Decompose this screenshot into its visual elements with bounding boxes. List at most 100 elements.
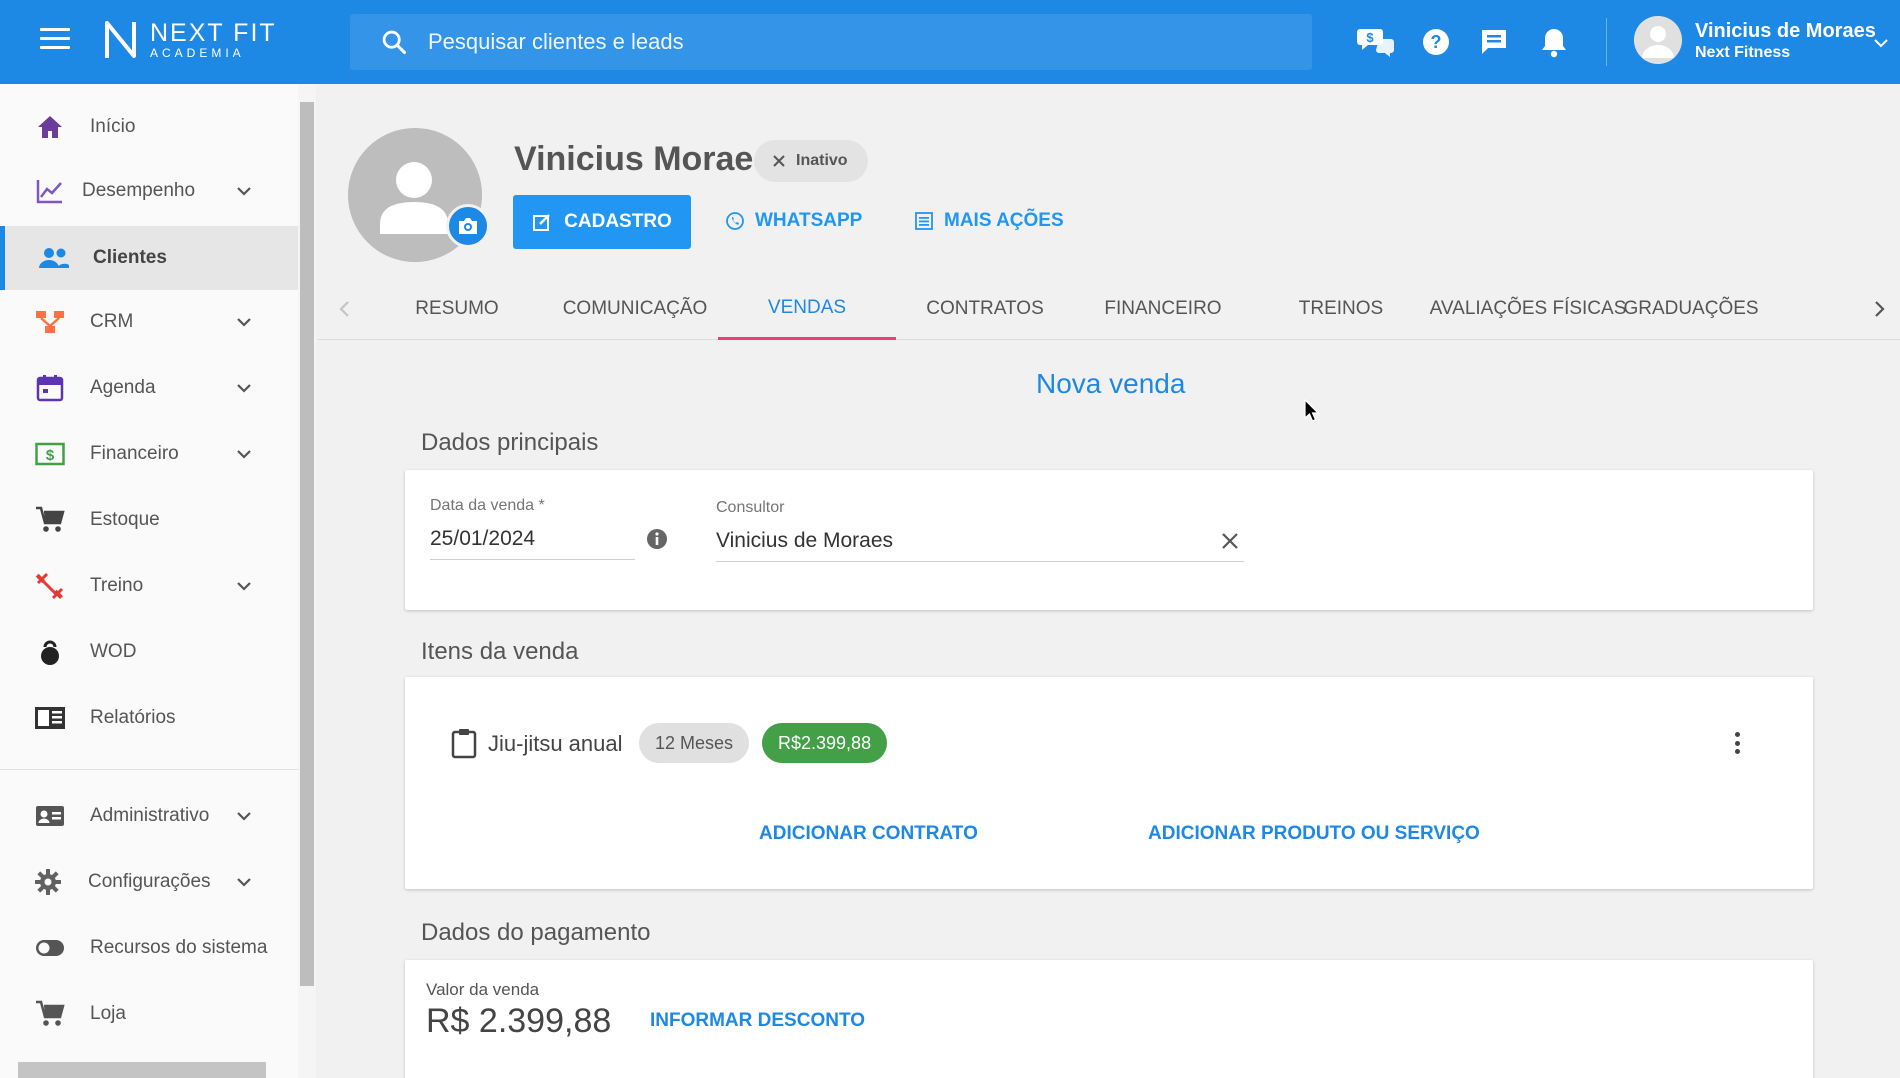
crm-icon (34, 306, 66, 338)
sidebar-item-configuracoes[interactable]: Configurações (0, 850, 298, 914)
logo-mark-icon (105, 21, 136, 58)
kettlebell-icon (34, 636, 66, 668)
top-app-bar: NEXT FIT ACADEMIA $ ? (0, 0, 1900, 84)
notifications-bell-icon[interactable] (1534, 22, 1574, 62)
chevron-down-icon (237, 187, 251, 196)
sidebar-item-label: Início (90, 116, 136, 137)
home-icon (34, 111, 66, 143)
sidebar-item-label: Relatórios (90, 707, 176, 728)
sidebar-item-desempenho[interactable]: Desempenho (0, 159, 298, 223)
toggle-icon (34, 932, 66, 964)
cart-icon (34, 998, 66, 1030)
status-label: Inativo (796, 152, 848, 169)
sidebar-item-label: Clientes (93, 247, 167, 268)
chevron-left-icon[interactable] (332, 296, 358, 322)
sidebar-item-label: Desempenho (82, 180, 196, 201)
sidebar-item-label: Treino (90, 575, 144, 596)
client-name: Vinicius Moraes (514, 140, 773, 178)
sidebar-item-label: WOD (90, 641, 137, 662)
report-icon (34, 702, 66, 734)
more-vert-icon[interactable] (1731, 729, 1743, 757)
sidebar-horizontal-scrollbar[interactable] (18, 1062, 266, 1078)
chevron-down-icon (237, 384, 251, 393)
user-name[interactable]: Vinicius de Moraes (1695, 20, 1876, 43)
sidebar-item-clientes[interactable]: Clientes (0, 226, 298, 290)
informar-desconto-button[interactable]: INFORMAR DESCONTO (650, 1010, 865, 1032)
info-icon[interactable] (646, 528, 668, 550)
money-icon: $ (34, 438, 66, 470)
search-bar (350, 14, 1312, 70)
chevron-down-icon (237, 582, 251, 591)
calendar-icon (34, 372, 66, 404)
valor-venda-value: R$ 2.399,88 (426, 1002, 612, 1040)
clear-icon[interactable] (1220, 531, 1240, 551)
sidebar-item-financeiro[interactable]: $ Financeiro (0, 422, 298, 486)
cart-icon (34, 504, 66, 536)
tab-vendas[interactable]: VENDAS (718, 278, 896, 340)
tab-avaliacoes-fisicas[interactable]: AVALIAÇÕES FÍSICAS (1430, 278, 1627, 340)
sidebar-scrollbar-thumb[interactable] (300, 102, 314, 986)
topbar-divider (1606, 18, 1607, 66)
brand-name: NEXT FIT (150, 19, 277, 47)
chevron-down-icon (237, 812, 251, 821)
sidebar-item-recursos-do-sistema[interactable]: Recursos do sistema (0, 916, 298, 980)
tab-treinos[interactable]: TREINOS (1252, 278, 1430, 340)
brand-logo[interactable]: NEXT FIT ACADEMIA (104, 20, 277, 60)
tab-financeiro[interactable]: FINANCEIRO (1074, 278, 1252, 340)
sidebar-nav: Início Desempenho Clientes CRM Agenda $ … (0, 84, 300, 1078)
data-venda-field[interactable]: 25/01/2024 (430, 527, 535, 551)
tab-comunicacao[interactable]: COMUNICAÇÃO (546, 278, 724, 340)
mais-acoes-button[interactable]: MAIS AÇÕES (914, 210, 1064, 232)
whatsapp-button[interactable]: WHATSAPP (725, 210, 862, 232)
messages-icon[interactable] (1474, 22, 1514, 62)
data-venda-label: Data da venda * (430, 497, 545, 514)
search-input[interactable] (428, 29, 1278, 55)
camera-icon[interactable] (446, 204, 490, 248)
sidebar-item-label: Recursos do sistema (90, 937, 268, 958)
sidebar-item-inicio[interactable]: Início (0, 95, 298, 159)
user-avatar[interactable] (1634, 16, 1682, 64)
consultor-field[interactable]: Vinicius de Moraes (716, 529, 893, 553)
help-icon[interactable]: ? (1416, 22, 1456, 62)
sidebar-item-label: Estoque (90, 509, 160, 530)
itens-venda-card: Jiu-jitsu anual 12 Meses R$2.399,88 ADIC… (405, 677, 1813, 889)
price-chip: R$2.399,88 (762, 723, 888, 763)
chevron-right-icon[interactable] (1866, 296, 1892, 322)
sidebar-item-label: Agenda (90, 377, 156, 398)
sidebar-item-administrativo[interactable]: Administrativo (0, 784, 298, 848)
brand-subtitle: ACADEMIA (150, 46, 245, 60)
mais-acoes-label: MAIS AÇÕES (944, 210, 1064, 231)
section-title-dados-principais: Dados principais (421, 429, 599, 456)
sidebar-item-loja[interactable]: Loja (0, 982, 298, 1046)
cadastro-button[interactable]: CADASTRO (513, 195, 691, 249)
edit-icon (533, 214, 551, 231)
consultor-underline (716, 561, 1244, 562)
client-tabs: RESUMO COMUNICAÇÃO VENDAS CONTRATOS FINA… (318, 278, 1900, 340)
clipboard-icon (451, 729, 477, 759)
sidebar-item-relatorios[interactable]: Relatórios (0, 686, 298, 750)
id-card-icon (34, 800, 66, 832)
cadastro-label: CADASTRO (564, 211, 672, 232)
tab-graduacoes[interactable]: GRADUAÇÕES (1623, 278, 1758, 340)
search-icon[interactable] (380, 28, 408, 56)
chevron-down-icon[interactable] (1872, 34, 1890, 52)
sidebar-item-wod[interactable]: WOD (0, 620, 298, 684)
sidebar-item-treino[interactable]: Treino (0, 554, 298, 618)
section-title-pagamento: Dados do pagamento (421, 919, 651, 946)
item-name: Jiu-jitsu anual (488, 731, 623, 756)
tab-contratos[interactable]: CONTRATOS (896, 278, 1074, 340)
tab-resumo[interactable]: RESUMO (368, 278, 546, 340)
svg-text:?: ? (1431, 32, 1442, 52)
mouse-cursor-icon (1304, 399, 1320, 422)
adicionar-contrato-button[interactable]: ADICIONAR CONTRATO (759, 823, 978, 845)
adicionar-produto-button[interactable]: ADICIONAR PRODUTO OU SERVIÇO (1148, 823, 1480, 845)
menu-icon[interactable] (40, 28, 70, 54)
section-title-itens-venda: Itens da venda (421, 638, 579, 665)
valor-venda-label: Valor da venda (426, 980, 540, 999)
sidebar-item-label: Financeiro (90, 443, 179, 464)
sidebar-item-estoque[interactable]: Estoque (0, 488, 298, 552)
sidebar-item-crm[interactable]: CRM (0, 290, 298, 354)
sidebar-item-agenda[interactable]: Agenda (0, 356, 298, 420)
duration-chip: 12 Meses (639, 723, 750, 763)
finance-chat-icon[interactable]: $ (1356, 22, 1396, 62)
